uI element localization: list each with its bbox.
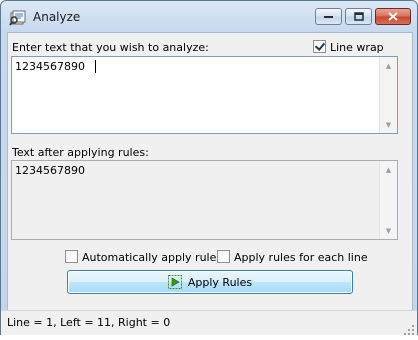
- input-label: Enter text that you wish to analyze:: [12, 41, 209, 54]
- scroll-down-icon[interactable]: ▼: [380, 116, 397, 133]
- resize-grip-icon[interactable]: [403, 321, 415, 335]
- text-cursor: [95, 60, 96, 73]
- scroll-up-icon[interactable]: ▲: [380, 57, 397, 74]
- maximize-button[interactable]: [345, 8, 372, 25]
- input-text: 1234567890: [15, 60, 85, 73]
- minimize-button[interactable]: [315, 8, 342, 25]
- line-wrap-label: Line wrap: [330, 41, 384, 54]
- status-bar: Line = 1, Left = 11, Right = 0: [1, 310, 417, 335]
- each-line-label: Apply rules for each line: [234, 251, 368, 264]
- auto-apply-label: Automatically apply rules: [82, 251, 223, 264]
- output-textbox[interactable]: 1234567890 ▲ ▼: [11, 160, 398, 240]
- client-area: Enter text that you wish to analyze: Lin…: [7, 32, 413, 311]
- line-wrap-checkbox[interactable]: [313, 40, 326, 53]
- each-line-checkbox[interactable]: [217, 250, 230, 263]
- output-label: Text after applying rules:: [12, 146, 149, 159]
- status-text: Line = 1, Left = 11, Right = 0: [7, 316, 171, 329]
- output-scrollbar[interactable]: ▲ ▼: [379, 161, 397, 239]
- input-scrollbar[interactable]: ▲ ▼: [379, 57, 397, 133]
- title-bar[interactable]: Analyze: [1, 1, 417, 33]
- apply-rules-button[interactable]: Apply Rules: [67, 270, 353, 294]
- input-textbox[interactable]: 1234567890 ▲ ▼: [11, 56, 398, 134]
- apply-rules-label: Apply Rules: [187, 275, 253, 289]
- output-text: 1234567890: [15, 164, 85, 177]
- app-icon: [9, 8, 27, 26]
- analyze-window: Analyze Enter text that you wish to anal…: [0, 0, 418, 335]
- maximize-icon: [346, 9, 371, 24]
- scroll-up-icon[interactable]: ▲: [380, 161, 397, 178]
- close-icon: [376, 9, 410, 24]
- auto-apply-checkbox[interactable]: [65, 250, 78, 263]
- play-icon: [167, 275, 182, 289]
- close-button[interactable]: [375, 8, 411, 25]
- window-title: Analyze: [33, 10, 81, 24]
- minimize-icon: [316, 9, 341, 24]
- scroll-down-icon[interactable]: ▼: [380, 222, 397, 239]
